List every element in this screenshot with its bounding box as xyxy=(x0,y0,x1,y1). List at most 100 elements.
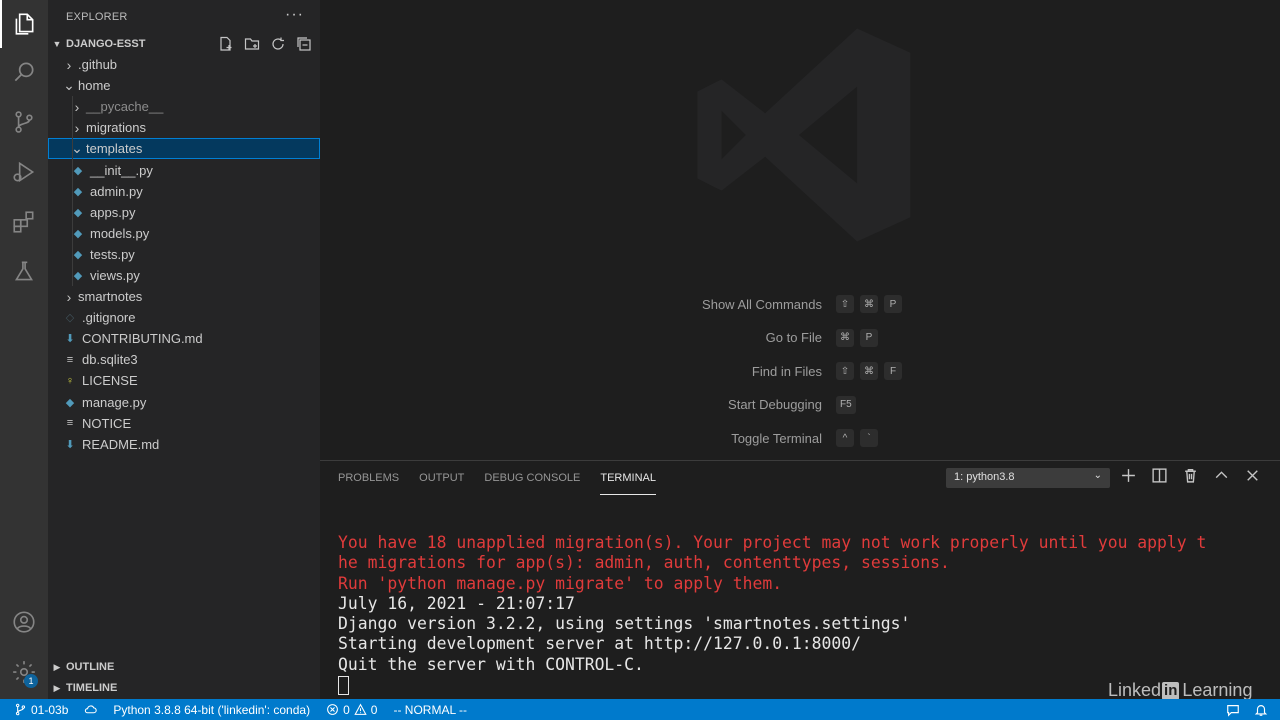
manage-gear-icon[interactable]: 1 xyxy=(0,648,48,696)
close-panel-icon[interactable] xyxy=(1244,467,1261,484)
chevron-down-icon: ⌄ xyxy=(63,77,75,94)
run-debug-icon[interactable] xyxy=(0,148,48,196)
panel-toolbar xyxy=(1120,467,1261,484)
tree-folder[interactable]: › .github xyxy=(48,54,320,75)
tree-file[interactable]: ≡ db.sqlite3 xyxy=(48,349,320,370)
indent-guide xyxy=(72,201,73,223)
editor-area[interactable]: Show All Commands ⇧ ⌘ P Go to File ⌘ P Find in … xyxy=(320,0,1280,460)
keycap: ` xyxy=(860,429,878,447)
tree-file[interactable]: ⬇ README.md xyxy=(48,434,320,455)
tree-folder[interactable]: › migrations xyxy=(48,117,320,139)
collapse-all-icon[interactable] xyxy=(296,36,312,52)
tab-problems[interactable]: PROBLEMS xyxy=(338,471,399,495)
tree-file[interactable]: ◆ models.py xyxy=(48,222,320,244)
python-interpreter[interactable]: Python 3.8.8 64-bit ('linkedin': conda) xyxy=(105,699,318,720)
tree-item-label: models.py xyxy=(90,225,150,241)
license-file-icon: ♀ xyxy=(65,374,75,387)
chevron-down-icon: ⌄ xyxy=(1093,470,1102,481)
extensions-icon[interactable] xyxy=(0,198,48,246)
tree-file[interactable]: ◆ views.py xyxy=(48,264,320,287)
tree-file[interactable]: ◆ __init__.py xyxy=(48,159,320,181)
tree-file[interactable]: ⬇ CONTRIBUTING.md xyxy=(48,328,320,349)
shortcut-name: Find in Files xyxy=(751,363,822,379)
keycap: ⇧ xyxy=(836,362,854,380)
chevron-right-icon: ▶ xyxy=(53,661,61,672)
shortcut-row: Show All Commands ⇧ ⌘ P xyxy=(320,294,1280,314)
chevron-right-icon: › xyxy=(66,56,72,73)
markdown-file-icon: ⬇ xyxy=(65,333,75,346)
account-icon[interactable] xyxy=(0,598,48,646)
keycap: F5 xyxy=(836,395,856,414)
new-terminal-plus-icon[interactable] xyxy=(1120,467,1137,484)
terminal-prompt-line[interactable] xyxy=(338,675,1206,696)
shortcut-name: Toggle Terminal xyxy=(731,430,822,446)
vim-mode: -- NORMAL -- xyxy=(385,699,475,720)
activity-bar: 1 xyxy=(0,0,48,699)
project-section-header[interactable]: ▼ DJANGO-ESST xyxy=(48,33,320,55)
tree-item-label: __init__.py xyxy=(90,162,153,178)
tree-item-label: smartnotes xyxy=(78,289,143,305)
tree-file[interactable]: ◆ tests.py xyxy=(48,243,320,265)
tab-output[interactable]: OUTPUT xyxy=(419,471,464,495)
shortcut-name: Start Debugging xyxy=(728,397,822,412)
terminal-select[interactable]: 1: python3.8 ⌄ xyxy=(946,468,1110,488)
tree-folder[interactable]: ⌄ home xyxy=(48,75,320,96)
git-file-icon: ◇ xyxy=(65,312,75,325)
feedback-icon[interactable] xyxy=(1226,703,1240,717)
maximize-panel-chevron-up-icon[interactable] xyxy=(1213,467,1230,484)
shortcut-row: Find in Files ⇧ ⌘ F xyxy=(320,361,1280,381)
tree-item-label: .gitignore xyxy=(82,310,136,326)
watermark-in: in xyxy=(1162,681,1180,700)
terminal-line: Django version 3.2.2, using settings 'sm… xyxy=(338,614,911,634)
tree-file[interactable]: ◆ admin.py xyxy=(48,180,320,202)
terminal-output[interactable]: You have 18 unapplied migration(s). Your… xyxy=(338,533,1206,696)
problems-indicator[interactable]: 0 0 xyxy=(318,699,385,720)
refresh-icon[interactable] xyxy=(270,36,286,52)
tree-folder[interactable]: › smartnotes xyxy=(48,286,320,307)
explorer-title: EXPLORER xyxy=(66,11,128,23)
chevron-down-icon: ▼ xyxy=(52,39,62,49)
python-file-icon: ◆ xyxy=(65,396,75,409)
timeline-section-header[interactable]: ▶ TIMELINE xyxy=(48,677,320,699)
text-file-icon: ≡ xyxy=(66,353,74,366)
tree-file[interactable]: ♀ LICENSE xyxy=(48,370,320,391)
indent-guide xyxy=(72,96,73,118)
keycap: ⌘ xyxy=(836,328,854,347)
keycap: P xyxy=(860,328,878,347)
search-icon[interactable] xyxy=(0,48,48,96)
indent-guide xyxy=(72,159,73,181)
shortcut-keys: ⇧ ⌘ P xyxy=(836,295,902,313)
explorer-icon[interactable] xyxy=(0,0,48,48)
outline-section-header[interactable]: ▶ OUTLINE xyxy=(48,656,320,678)
tree-item-label: NOTICE xyxy=(82,415,132,431)
more-actions-icon[interactable]: ··· xyxy=(285,6,304,24)
keycap: ^ xyxy=(836,429,854,447)
tree-file[interactable]: ◆ manage.py xyxy=(48,392,320,413)
keycap: F xyxy=(884,362,902,380)
shortcut-row: Toggle Terminal ^ ` xyxy=(320,428,1280,448)
source-control-icon[interactable] xyxy=(0,98,48,146)
tree-file[interactable]: ◇ .gitignore xyxy=(48,307,320,328)
tree-item-label: apps.py xyxy=(90,204,136,220)
cloud-sync-icon xyxy=(85,705,98,714)
status-bar: 01-03b Python 3.8.8 64-bit ('linkedin': … xyxy=(0,699,1280,720)
sync-status[interactable] xyxy=(76,699,105,720)
branch-indicator[interactable]: 01-03b xyxy=(0,699,76,720)
new-folder-icon[interactable] xyxy=(244,36,260,52)
shortcut-keys: ⇧ ⌘ F xyxy=(836,362,902,380)
tree-file[interactable]: ≡ NOTICE xyxy=(48,413,320,434)
shortcut-keys: ^ ` xyxy=(836,429,878,447)
tab-terminal[interactable]: TERMINAL xyxy=(600,471,656,495)
new-file-icon[interactable] xyxy=(218,36,234,52)
tree-folder[interactable]: ⌄ templates xyxy=(48,138,320,160)
notifications-bell-icon[interactable] xyxy=(1254,703,1268,717)
tree-folder[interactable]: › __pycache__ xyxy=(48,96,320,118)
tree-file[interactable]: ◆ apps.py xyxy=(48,201,320,223)
split-terminal-icon[interactable] xyxy=(1151,467,1168,484)
kill-terminal-trash-icon[interactable] xyxy=(1182,467,1199,484)
file-tree: › .github ⌄ home › __pycache__ › migrations ⌄ tem… xyxy=(48,54,320,455)
notification-badge: 1 xyxy=(24,674,38,688)
tree-item-label: __pycache__ xyxy=(86,99,164,115)
tab-debug-console[interactable]: DEBUG CONSOLE xyxy=(484,471,580,495)
testing-flask-icon[interactable] xyxy=(0,248,48,296)
